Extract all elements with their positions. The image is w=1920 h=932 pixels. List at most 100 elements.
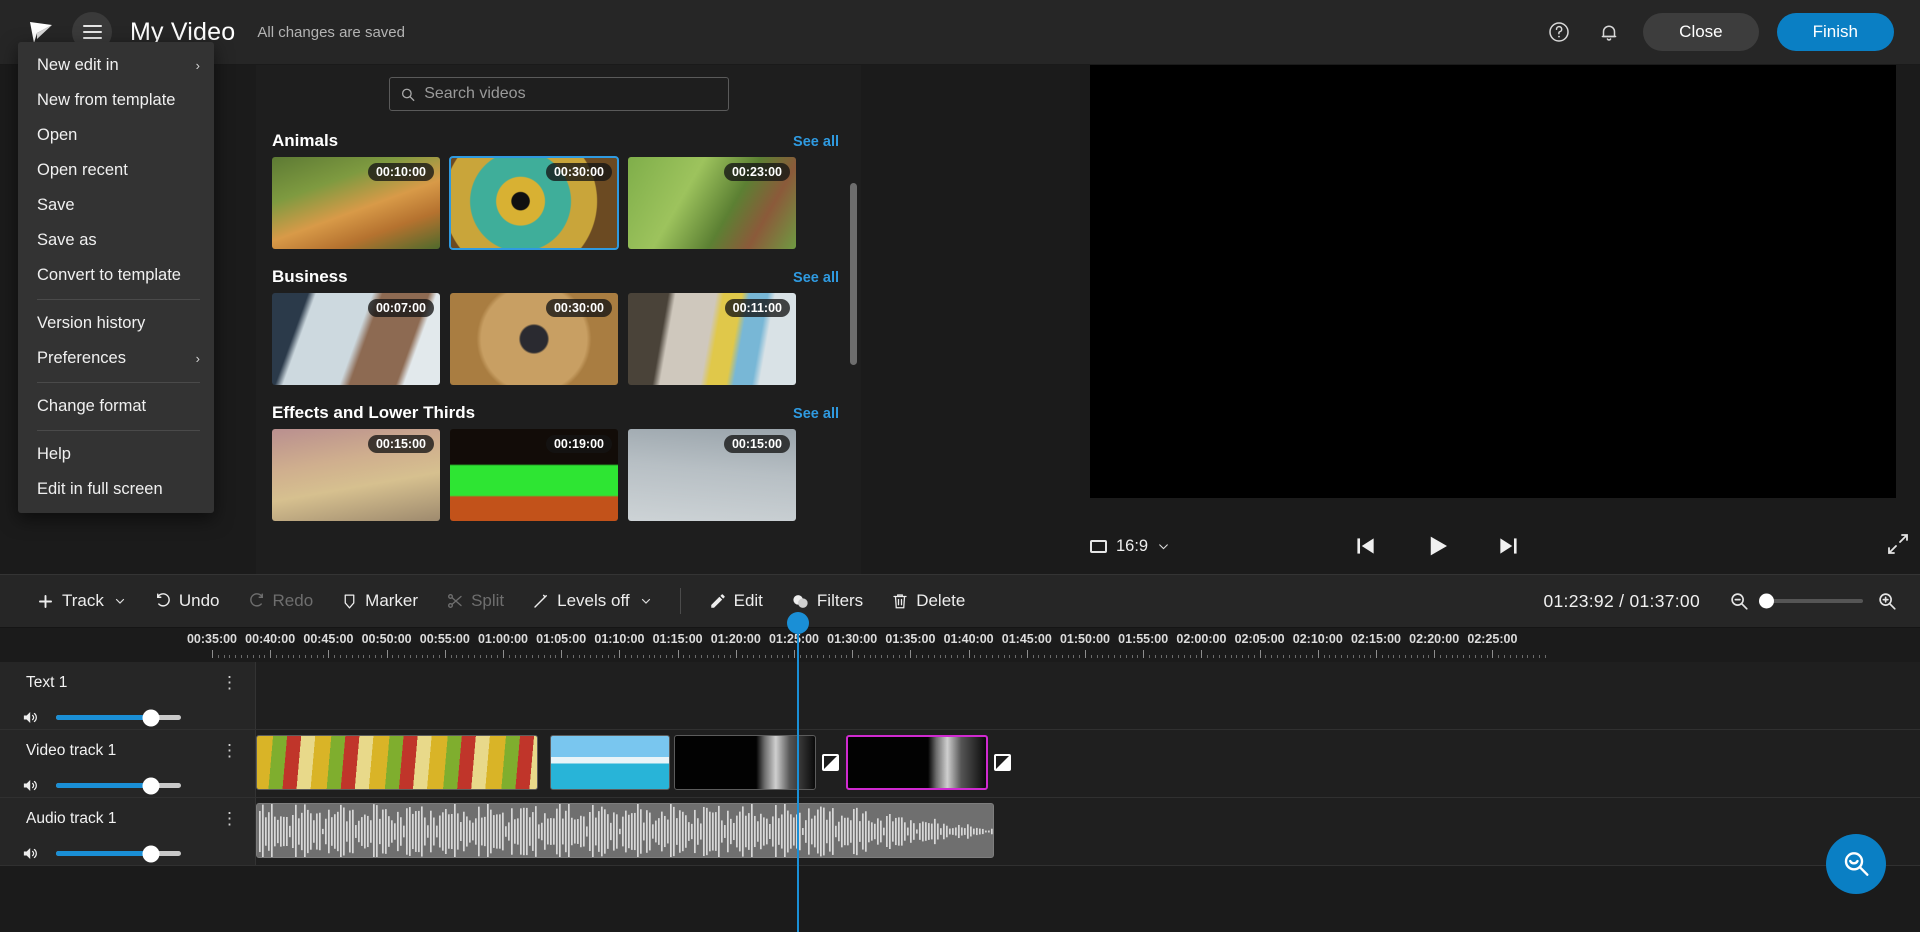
library-video-thumbnail[interactable]: 00:30:00 bbox=[450, 293, 618, 385]
track-lane[interactable] bbox=[256, 798, 1920, 865]
track-lane[interactable] bbox=[256, 730, 1920, 797]
undo-button[interactable]: Undo bbox=[140, 582, 234, 620]
search-zoom-fab[interactable] bbox=[1826, 834, 1886, 894]
skip-next-icon[interactable] bbox=[1496, 533, 1522, 559]
notification-bell-icon[interactable] bbox=[1593, 16, 1625, 48]
ruler-subtick bbox=[1445, 655, 1447, 658]
ruler-tick-label: 01:50:00 bbox=[1059, 632, 1111, 646]
ruler-subtick bbox=[805, 655, 807, 658]
menu-item-preferences[interactable]: Preferences › bbox=[18, 341, 214, 376]
edit-button[interactable]: Edit bbox=[695, 582, 777, 620]
ruler-tick-label: 00:55:00 bbox=[419, 632, 470, 646]
volume-icon[interactable] bbox=[20, 776, 42, 795]
delete-button[interactable]: Delete bbox=[877, 582, 979, 620]
menu-item-open-recent[interactable]: Open recent bbox=[18, 153, 214, 188]
menu-item-new-from-template[interactable]: New from template bbox=[18, 83, 214, 118]
see-all-link[interactable]: See all bbox=[793, 134, 839, 150]
library-video-thumbnail[interactable]: 00:15:00 bbox=[628, 429, 796, 521]
library-video-thumbnail[interactable]: 00:15:00 bbox=[272, 429, 440, 521]
skip-previous-icon[interactable] bbox=[1352, 533, 1378, 559]
ruler-subtick bbox=[322, 655, 324, 658]
video-preview-canvas[interactable] bbox=[1090, 50, 1896, 498]
help-circle-icon[interactable] bbox=[1543, 16, 1575, 48]
library-video-thumbnail[interactable]: 00:11:00 bbox=[628, 293, 796, 385]
menu-item-edit-in-full-screen[interactable]: Edit in full screen bbox=[18, 472, 214, 507]
zoom-out-icon[interactable] bbox=[1728, 590, 1750, 612]
ruler-subtick bbox=[898, 655, 900, 658]
fullscreen-icon[interactable] bbox=[1886, 532, 1910, 561]
ruler-subtick bbox=[974, 655, 976, 658]
zoom-in-icon[interactable] bbox=[1876, 590, 1898, 612]
transition-badge[interactable] bbox=[994, 754, 1011, 771]
ruler-tick-label: 01:15:00 bbox=[652, 632, 703, 646]
zoom-slider-handle[interactable] bbox=[1759, 593, 1774, 609]
volume-slider[interactable] bbox=[56, 845, 181, 862]
ruler-subtick bbox=[956, 655, 958, 658]
ruler-tick-label: 01:30:00 bbox=[827, 632, 878, 646]
menu-item-change-format[interactable]: Change format bbox=[18, 389, 214, 424]
ruler-subtick bbox=[310, 655, 312, 658]
ruler-subtick bbox=[340, 655, 342, 658]
library-video-thumbnail[interactable]: 00:30:00 bbox=[449, 156, 619, 250]
ruler-subtick bbox=[1504, 655, 1506, 658]
library-video-thumbnail[interactable]: 00:10:00 bbox=[272, 157, 440, 249]
play-icon[interactable] bbox=[1422, 531, 1452, 561]
add-track-button[interactable]: Track bbox=[22, 582, 140, 620]
chevron-down-icon bbox=[641, 598, 650, 604]
close-button[interactable]: Close bbox=[1643, 13, 1759, 51]
zoom-slider[interactable] bbox=[1759, 593, 1863, 609]
file-dropdown-menu: New edit in › New from template Open Open re… bbox=[18, 42, 214, 513]
track-lane[interactable] bbox=[256, 662, 1920, 729]
volume-slider-handle[interactable] bbox=[142, 777, 160, 794]
audio-clip[interactable] bbox=[256, 803, 994, 858]
timeline-ruler[interactable]: 00:35:00 00:40:00 00:45:00 00:50:00 00:55:00… bbox=[0, 628, 1920, 662]
volume-icon[interactable] bbox=[20, 844, 42, 863]
video-clip[interactable] bbox=[550, 735, 670, 790]
video-clip[interactable] bbox=[846, 735, 988, 790]
menu-item-save[interactable]: Save bbox=[18, 188, 214, 223]
library-scrollbar[interactable] bbox=[850, 183, 857, 365]
menu-item-new-edit-in[interactable]: New edit in › bbox=[18, 48, 214, 83]
timeline-playhead[interactable] bbox=[787, 612, 809, 932]
menu-item-help[interactable]: Help bbox=[18, 437, 214, 472]
toolbar-divider bbox=[679, 588, 681, 614]
library-video-thumbnail[interactable]: 00:07:00 bbox=[272, 293, 440, 385]
volume-slider[interactable] bbox=[56, 709, 181, 726]
ruler-subtick bbox=[1527, 655, 1529, 658]
video-clip[interactable] bbox=[674, 735, 816, 790]
ruler-tick bbox=[852, 650, 854, 658]
transition-badge[interactable] bbox=[822, 754, 839, 771]
search-videos-box[interactable] bbox=[388, 77, 729, 111]
ruler-subtick bbox=[1521, 655, 1523, 658]
media-library-panel: Animals See all 00:10:00 00:30:00 00:23:00 Bu… bbox=[256, 65, 861, 574]
kebab-menu-icon[interactable]: ⋮ bbox=[221, 674, 239, 691]
volume-slider-handle[interactable] bbox=[142, 845, 160, 862]
volume-icon[interactable] bbox=[20, 708, 42, 727]
menu-item-save-as[interactable]: Save as bbox=[18, 223, 214, 258]
finish-button[interactable]: Finish bbox=[1776, 13, 1894, 51]
category-title: Business bbox=[272, 267, 348, 286]
ruler-subtick bbox=[1224, 655, 1226, 658]
ruler-subtick bbox=[764, 655, 766, 658]
search-input[interactable] bbox=[424, 85, 718, 103]
menu-item-convert-to-template[interactable]: Convert to template bbox=[18, 258, 214, 293]
volume-slider-handle[interactable] bbox=[142, 709, 160, 726]
see-all-link[interactable]: See all bbox=[793, 406, 839, 422]
ruler-subtick bbox=[986, 655, 988, 658]
library-video-thumbnail[interactable]: 00:19:00 bbox=[450, 429, 618, 521]
kebab-menu-icon[interactable]: ⋮ bbox=[221, 810, 239, 827]
aspect-ratio-selector[interactable]: 16:9 bbox=[1090, 537, 1170, 556]
levels-button[interactable]: Levels off bbox=[518, 582, 665, 620]
see-all-link[interactable]: See all bbox=[793, 270, 839, 286]
marker-button[interactable]: Marker bbox=[327, 582, 432, 620]
menu-item-version-history[interactable]: Version history bbox=[18, 306, 214, 341]
menu-item-open[interactable]: Open bbox=[18, 118, 214, 153]
ruler-tick bbox=[561, 650, 563, 658]
ruler-tick-label: 01:10:00 bbox=[594, 632, 645, 646]
volume-slider[interactable] bbox=[56, 777, 181, 794]
video-clip[interactable] bbox=[256, 735, 538, 790]
kebab-menu-icon[interactable]: ⋮ bbox=[221, 742, 239, 759]
playhead-handle[interactable] bbox=[787, 612, 809, 634]
library-video-thumbnail[interactable]: 00:23:00 bbox=[628, 157, 796, 249]
ruler-subtick bbox=[980, 655, 982, 658]
